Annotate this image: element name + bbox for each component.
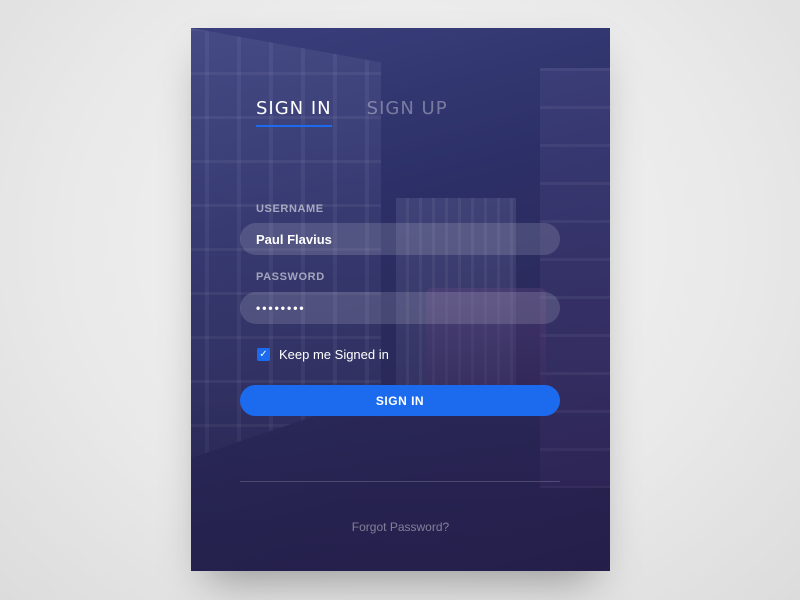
remember-checkbox[interactable]: ✓ [257,348,270,361]
username-label: USERNAME [256,203,324,215]
divider [240,481,560,482]
tab-sign-in[interactable]: SIGN IN [256,98,332,127]
username-field[interactable]: Paul Flavius [240,223,560,255]
password-value: •••••••• [256,301,306,315]
tab-sign-up[interactable]: SIGN UP [367,98,448,127]
password-field[interactable]: •••••••• [240,292,560,324]
auth-tabs: SIGN IN SIGN UP [256,98,448,127]
username-value: Paul Flavius [256,231,332,247]
remember-me[interactable]: ✓ Keep me Signed in [257,347,389,362]
password-label: PASSWORD [256,271,325,283]
remember-label: Keep me Signed in [279,347,389,362]
login-card: SIGN IN SIGN UP USERNAME Paul Flavius PA… [191,28,610,571]
sign-in-button[interactable]: SIGN IN [240,385,560,416]
check-icon: ✓ [259,348,268,360]
forgot-password-link[interactable]: Forgot Password? [191,520,610,534]
